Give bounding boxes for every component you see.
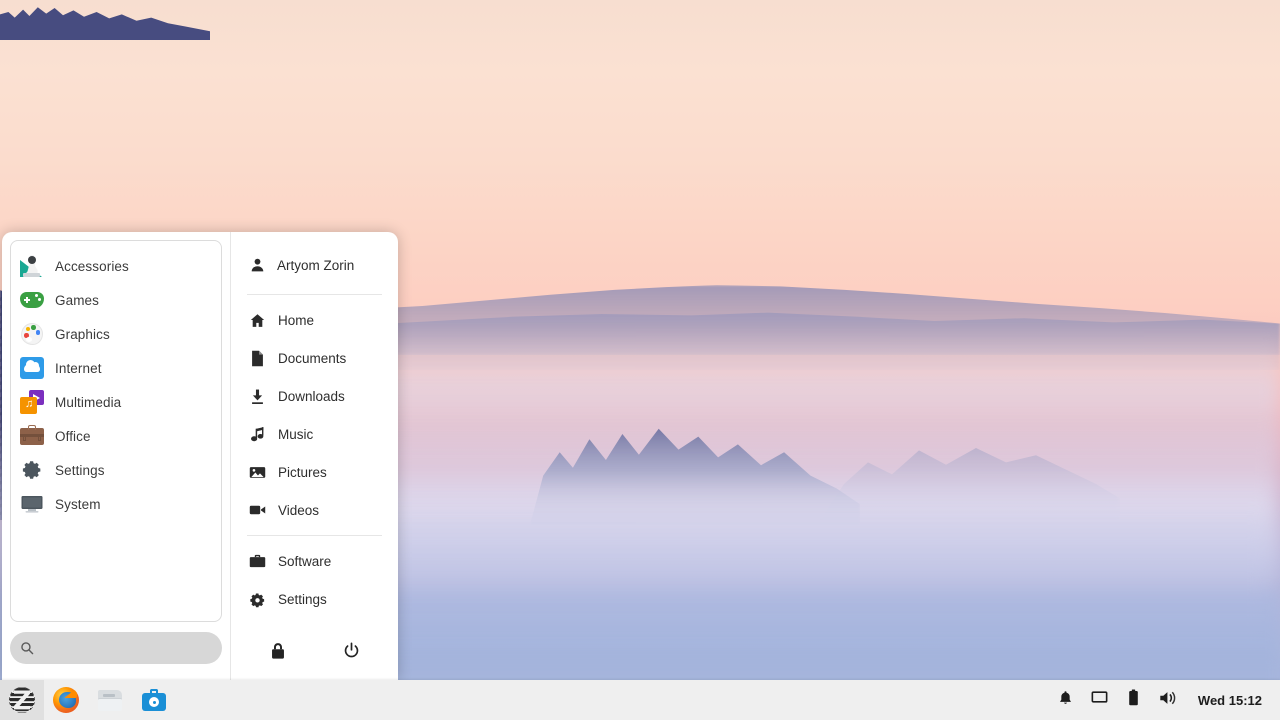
place-label: Home: [278, 313, 314, 328]
lock-icon: [270, 642, 286, 665]
zorin-menu-button[interactable]: [0, 680, 44, 720]
power-icon: [343, 642, 360, 664]
category-item-office[interactable]: Office: [11, 419, 221, 453]
menu-divider-top: [247, 294, 382, 295]
place-item-pictures[interactable]: Pictures: [231, 453, 398, 491]
category-item-system[interactable]: System: [11, 487, 221, 521]
download-icon: [249, 388, 266, 405]
search-icon: [20, 641, 34, 655]
lock-screen-button[interactable]: [263, 638, 293, 668]
briefcase-icon: [249, 553, 266, 570]
software-launcher[interactable]: [132, 680, 176, 720]
display-tray-icon[interactable]: [1084, 685, 1116, 715]
power-button[interactable]: [337, 638, 367, 668]
place-item-downloads[interactable]: Downloads: [231, 377, 398, 415]
category-list[interactable]: Accessories Games Graphics: [10, 240, 222, 622]
taskbar[interactable]: Wed 15:12: [0, 680, 1280, 720]
place-item-videos[interactable]: Videos: [231, 491, 398, 529]
firefox-icon: [53, 687, 79, 713]
place-label: Downloads: [278, 389, 345, 404]
category-label: Graphics: [55, 327, 110, 342]
desktop[interactable]: Accessories Games Graphics: [0, 0, 1280, 720]
category-item-internet[interactable]: Internet: [11, 351, 221, 385]
user-name-label: Artyom Zorin: [277, 258, 354, 273]
settings-icon: [20, 458, 44, 482]
place-label: Documents: [278, 351, 346, 366]
multimedia-icon: ♫: [20, 390, 44, 414]
games-icon: [20, 288, 44, 312]
music-note-icon: [249, 426, 266, 443]
category-label: System: [55, 497, 101, 512]
bell-icon: [1058, 690, 1073, 711]
place-item-documents[interactable]: Documents: [231, 339, 398, 377]
category-item-multimedia[interactable]: ♫ Multimedia: [11, 385, 221, 419]
menu-divider-bottom: [247, 535, 382, 536]
category-label: Office: [55, 429, 91, 444]
menu-left-column: Accessories Games Graphics: [2, 232, 230, 680]
category-label: Accessories: [55, 259, 129, 274]
document-icon: [249, 350, 266, 367]
taskbar-launchers: [0, 680, 176, 720]
category-item-settings[interactable]: Settings: [11, 453, 221, 487]
notifications-tray-icon[interactable]: [1050, 685, 1082, 715]
category-label: Games: [55, 293, 99, 308]
system-icon: [20, 492, 44, 516]
system-tray: Wed 15:12: [1050, 685, 1280, 715]
speaker-icon: [1159, 690, 1176, 711]
battery-tray-icon[interactable]: [1118, 685, 1150, 715]
monitor-icon: [1091, 690, 1108, 710]
session-buttons-row: [231, 626, 398, 680]
search-area: [10, 632, 222, 664]
accessories-icon: [20, 254, 44, 278]
category-item-graphics[interactable]: Graphics: [11, 317, 221, 351]
internet-icon: [20, 356, 44, 380]
category-label: Settings: [55, 463, 105, 478]
category-label: Internet: [55, 361, 102, 376]
gear-icon: [249, 591, 266, 608]
menu-right-column: Artyom Zorin Home Documents: [230, 232, 398, 680]
place-label: Videos: [278, 503, 319, 518]
application-menu[interactable]: Accessories Games Graphics: [2, 232, 398, 680]
clock[interactable]: Wed 15:12: [1186, 693, 1268, 708]
files-launcher[interactable]: [88, 680, 132, 720]
place-label: Music: [278, 427, 313, 442]
category-item-games[interactable]: Games: [11, 283, 221, 317]
system-link-software[interactable]: Software: [231, 542, 398, 580]
battery-icon: [1128, 689, 1139, 711]
place-label: Pictures: [278, 465, 327, 480]
graphics-icon: [20, 322, 44, 346]
system-link-settings[interactable]: Settings: [231, 580, 398, 618]
firefox-launcher[interactable]: [44, 680, 88, 720]
picture-icon: [249, 464, 266, 481]
user-avatar-icon: [249, 257, 266, 274]
volume-tray-icon[interactable]: [1152, 685, 1184, 715]
category-label: Multimedia: [55, 395, 121, 410]
place-item-home[interactable]: Home: [231, 301, 398, 339]
office-icon: [20, 424, 44, 448]
zorin-logo-icon: [9, 687, 35, 713]
user-account-row[interactable]: Artyom Zorin: [231, 242, 398, 288]
system-link-label: Software: [278, 554, 331, 569]
files-icon: [98, 689, 122, 711]
software-icon: [142, 689, 166, 711]
place-item-music[interactable]: Music: [231, 415, 398, 453]
search-input[interactable]: [48, 641, 224, 656]
video-camera-icon: [249, 502, 266, 519]
category-item-accessories[interactable]: Accessories: [11, 249, 221, 283]
system-link-label: Settings: [278, 592, 327, 607]
home-icon: [249, 312, 266, 329]
search-box[interactable]: [10, 632, 222, 664]
